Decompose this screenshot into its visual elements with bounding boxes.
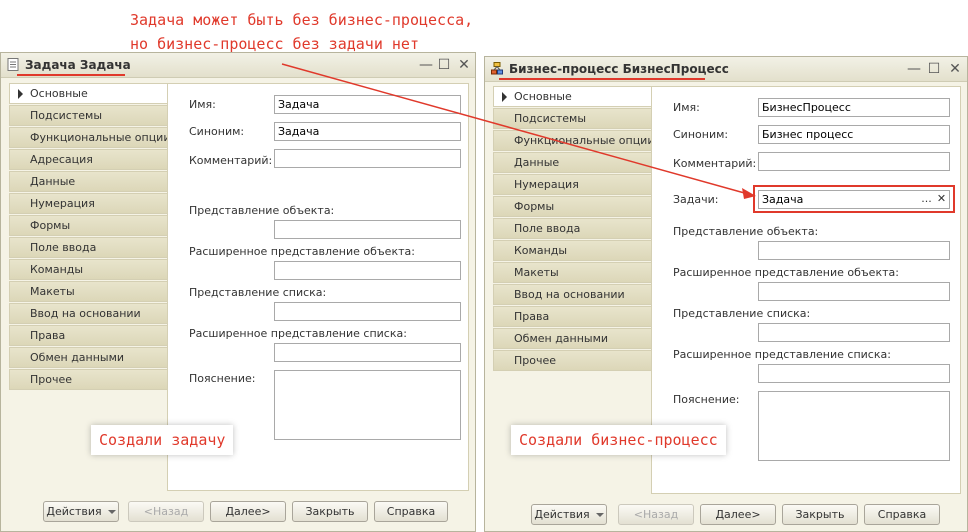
annotation-arrow	[281, 63, 756, 199]
arrow-line	[281, 63, 749, 195]
arrow-head	[742, 188, 756, 199]
